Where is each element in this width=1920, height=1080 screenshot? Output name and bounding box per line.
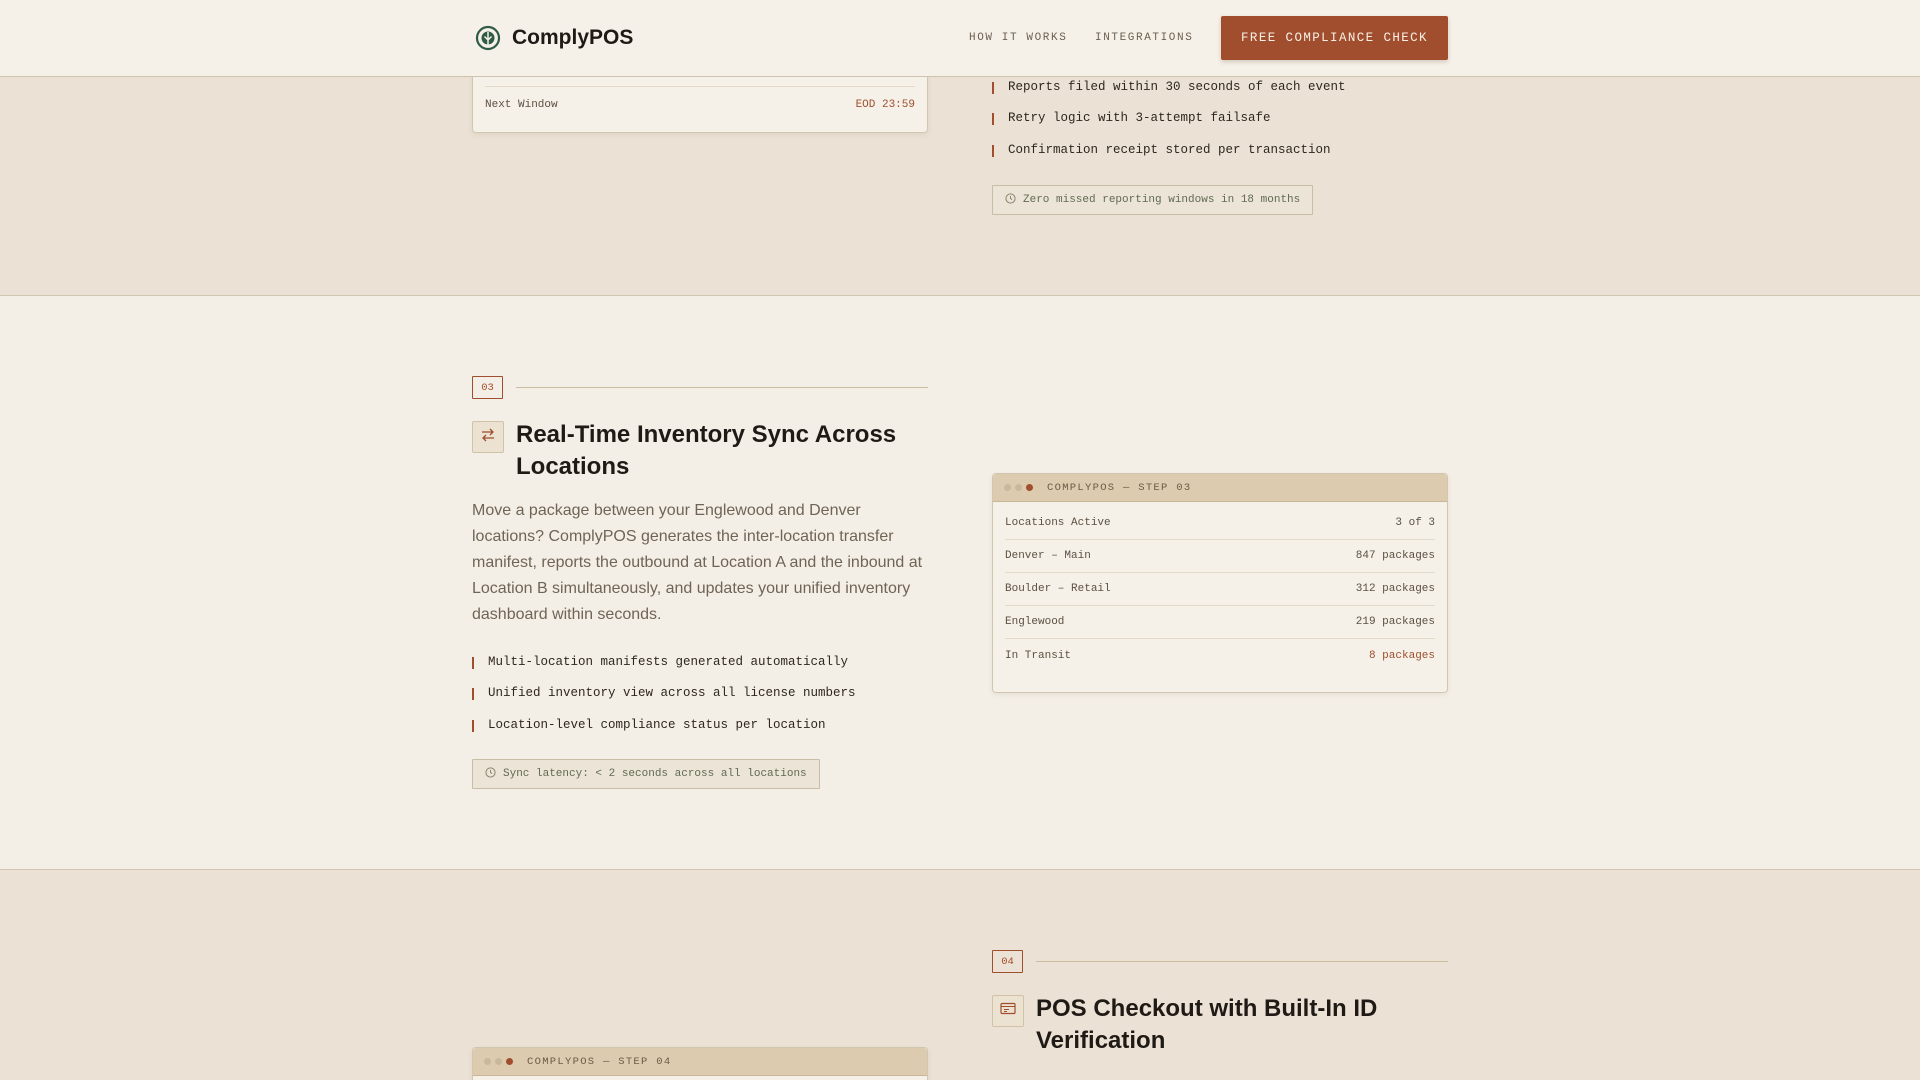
brand-name: ComplyPOS [512,26,634,49]
stat-text: Zero missed reporting windows in 18 mont… [1023,194,1301,206]
row-label: Boulder – Retail [1005,583,1111,595]
feature-item: Multi-location manifests generated autom… [472,646,856,678]
step-02-feature-list: Reports filed within 30 seconds of each … [992,71,1346,166]
card-title: COMPLYPOS — STEP 03 [1047,481,1192,494]
card-row: Locations Active 3 of 3 [1005,507,1435,540]
window-dot [1026,484,1033,491]
row-value: 219 packages [1355,616,1435,628]
section-step-04 [0,870,1920,1080]
feature-item: Confirmation receipt stored per transact… [992,134,1346,166]
card-header: COMPLYPOS — STEP 04 [473,1048,927,1076]
row-label: Locations Active [1005,517,1111,529]
step-divider [516,387,928,388]
step-number-badge: 03 [472,376,503,399]
feature-item: Location-level compliance status per loc… [472,709,856,741]
feature-icon-box [472,421,504,453]
row-label: Englewood [1005,616,1065,628]
step-04-card: COMPLYPOS — STEP 04 [472,1047,928,1080]
card-row: Boulder – Retail 312 packages [1005,573,1435,606]
row-label: Denver – Main [1005,550,1091,562]
step-03-card: COMPLYPOS — STEP 03 Locations Active 3 o… [992,473,1448,693]
free-compliance-check-button[interactable]: FREE COMPLIANCE CHECK [1221,16,1448,60]
stat-pill: Sync latency: < 2 seconds across all loc… [472,759,820,789]
nav-how-it-works[interactable]: HOW IT WORKS [969,32,1067,44]
row-value: 8 packages [1368,649,1435,662]
nav-integrations[interactable]: INTEGRATIONS [1095,32,1193,44]
step-04-title: POS Checkout with Built-In ID Verificati… [1036,995,1378,1054]
step-03-feature-list: Multi-location manifests generated autom… [472,646,856,741]
window-dot [484,1058,491,1065]
clock-icon [485,766,496,782]
card-header: COMPLYPOS — STEP 03 [993,474,1447,502]
row-value: EOD 23:59 [855,98,915,111]
row-value: 3 of 3 [1395,517,1435,529]
row-label: Next Window [485,98,558,111]
transfer-arrows-icon [480,428,496,447]
top-navbar: ComplyPOS HOW IT WORKS INTEGRATIONS FREE… [0,0,1920,77]
window-dot [506,1058,513,1065]
row-value: 847 packages [1355,550,1435,562]
step-03-title: Real-Time Inventory Sync Across Location… [516,421,897,480]
card-row: Denver – Main 847 packages [1005,540,1435,573]
id-card-icon [1000,1002,1016,1020]
row-label: In Transit [1005,649,1072,662]
step-number-badge: 04 [992,950,1023,973]
section-step-02 [0,77,1920,296]
section-step-03 [0,296,1920,870]
card-row: Next Window EOD 23:59 [485,86,915,122]
stat-text: Sync latency: < 2 seconds across all loc… [503,768,807,780]
card-row: In Transit 8 packages [1005,639,1435,672]
window-dot [1004,484,1011,491]
card-title: COMPLYPOS — STEP 04 [527,1055,672,1068]
feature-item: Retry logic with 3-attempt failsafe [992,103,1346,135]
row-value: 312 packages [1355,583,1435,595]
clock-icon [1005,192,1016,208]
step-divider [1036,961,1448,962]
leaf-logo-icon [474,24,502,52]
window-dot [1015,484,1022,491]
feature-icon-box [992,995,1024,1027]
card-row: Englewood 219 packages [1005,606,1435,639]
feature-item: Unified inventory view across all licens… [472,678,856,710]
stat-pill: Zero missed reporting windows in 18 mont… [992,185,1314,215]
window-dot [495,1058,502,1065]
step-03-description: Move a package between your Englewood an… [472,502,923,623]
brand-logo-link[interactable]: ComplyPOS [474,24,633,52]
